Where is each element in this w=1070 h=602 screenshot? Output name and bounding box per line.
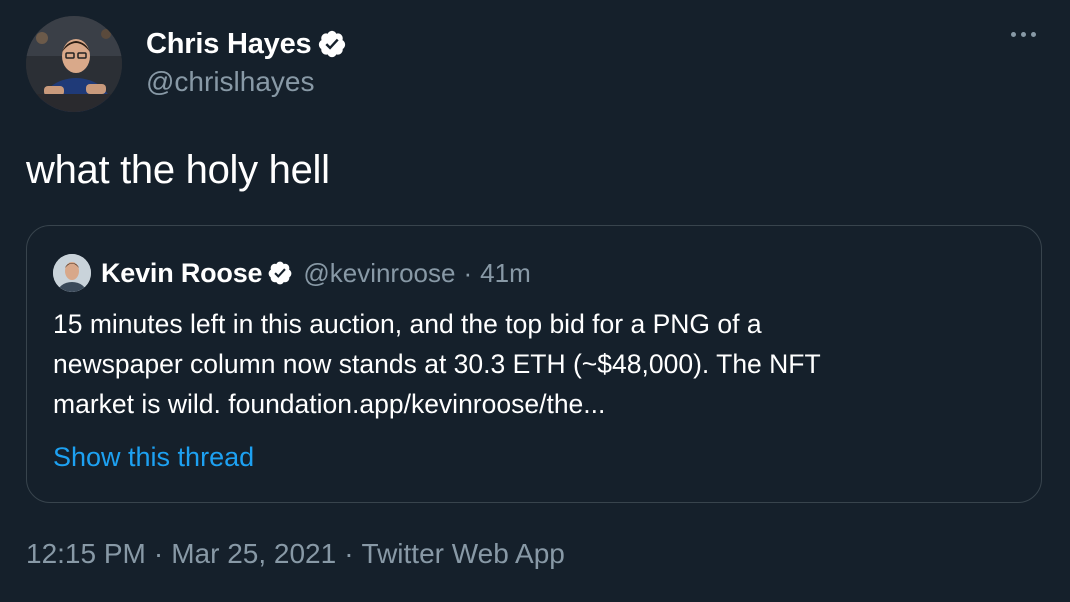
quoted-tweet-header: Kevin Roose @kevinroose · 41m [101,254,531,292]
quoted-handle[interactable]: @kevinroose [303,258,455,289]
verified-badge-icon [317,29,347,59]
quoted-text-line: newspaper column now stands at 30.3 ETH … [53,349,821,379]
quoted-text-line: 15 minutes left in this auction, and the… [53,309,762,339]
author-avatar-image [26,16,122,112]
quoted-tweet-text: 15 minutes left in this auction, and the… [53,304,1013,424]
dot [1031,32,1036,37]
tweet-time[interactable]: 12:15 PM [26,538,146,569]
tweet-container: Chris Hayes @chrislhayes what the holy h… [0,0,1070,602]
quoted-tweet-card[interactable]: Kevin Roose @kevinroose · 41m 15 minutes… [26,225,1042,503]
verified-badge-icon [267,260,293,286]
tweet-date[interactable]: Mar 25, 2021 [171,538,336,569]
author-display-name[interactable]: Chris Hayes [146,28,312,61]
author-name-row: Chris Hayes [146,26,347,62]
dot [1021,32,1026,37]
separator-dot: · [463,257,473,288]
quoted-text-line: market is wild. foundation.app/kevinroos… [53,389,606,419]
quoted-display-name[interactable]: Kevin Roose [101,258,263,289]
more-options-icon[interactable] [1007,28,1040,41]
separator-dot: · [153,538,164,569]
dot [1011,32,1016,37]
show-thread-link[interactable]: Show this thread [53,442,254,473]
author-avatar[interactable] [26,16,122,112]
quoted-timestamp[interactable]: 41m [480,258,531,289]
tweet-metadata: 12:15 PM · Mar 25, 2021 · Twitter Web App [26,538,565,570]
author-handle[interactable]: @chrislhayes [146,66,314,98]
quoted-author-avatar[interactable] [53,254,91,292]
quoted-avatar-image [53,254,91,292]
tweet-source[interactable]: Twitter Web App [362,538,565,569]
separator-dot: · [344,538,354,569]
tweet-text: what the holy hell [26,148,330,192]
